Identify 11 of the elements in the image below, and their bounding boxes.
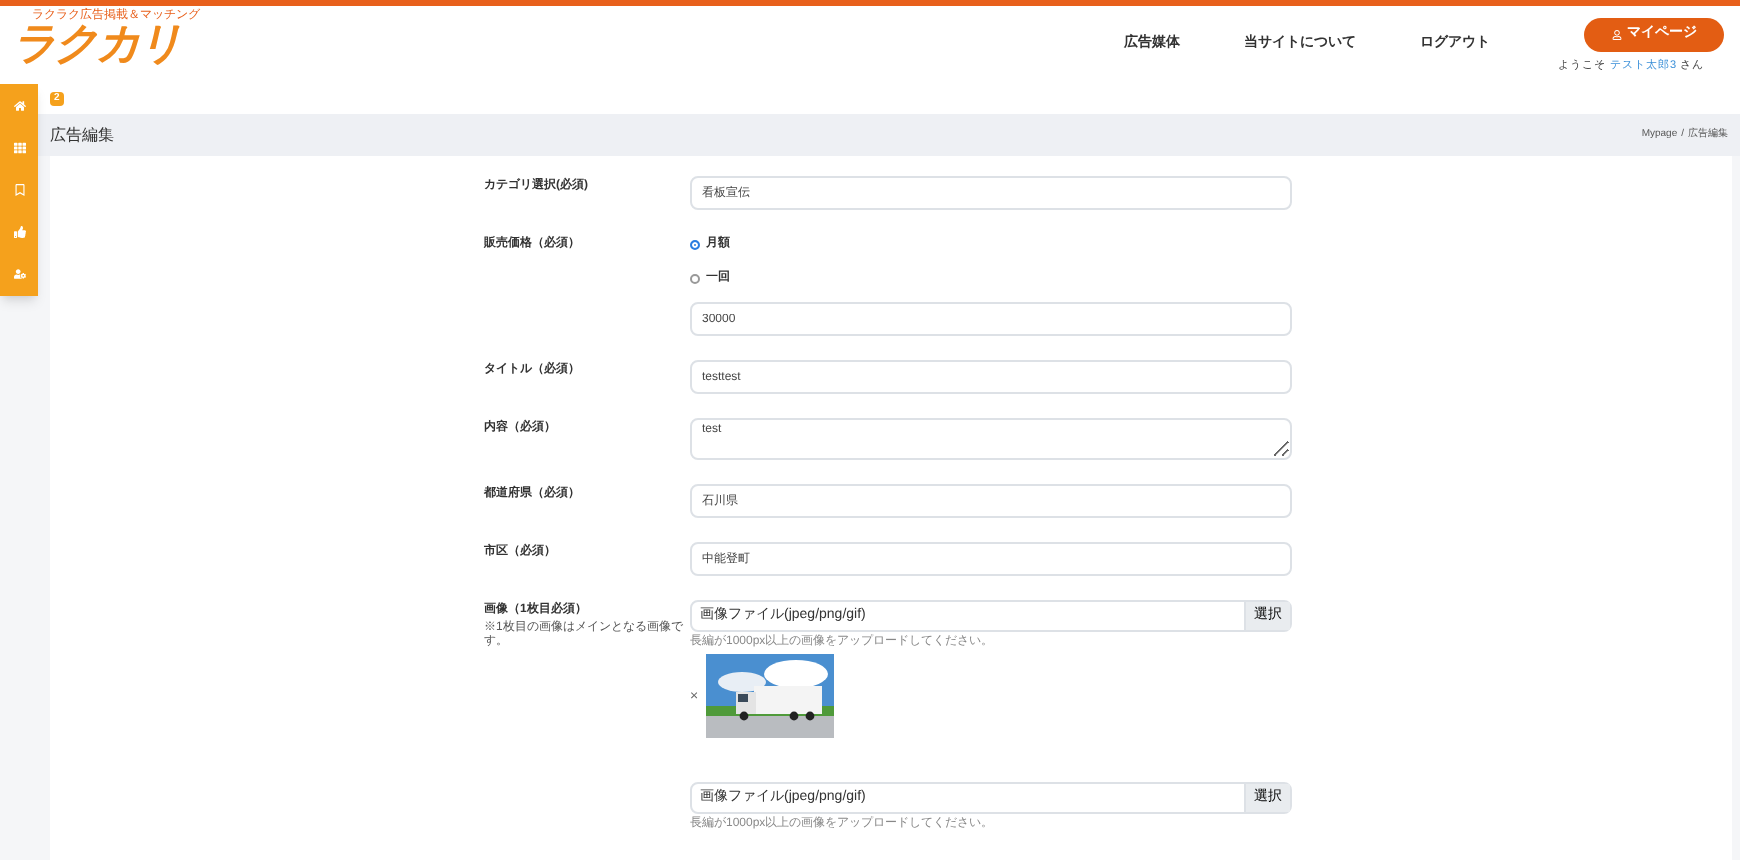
sidebar-item[interactable]: [9, 95, 29, 116]
page-title: 広告編集: [50, 123, 114, 147]
grid-icon: [13, 141, 25, 154]
sidebar-item[interactable]: [9, 222, 29, 243]
sidebar-item[interactable]: [9, 137, 29, 158]
sidebar-item[interactable]: [9, 264, 29, 285]
user-icon: [1611, 30, 1621, 40]
bookmark-icon: [13, 183, 25, 196]
user-icon: [13, 268, 25, 281]
like-icon: [13, 226, 25, 239]
home-icon: [13, 99, 25, 112]
